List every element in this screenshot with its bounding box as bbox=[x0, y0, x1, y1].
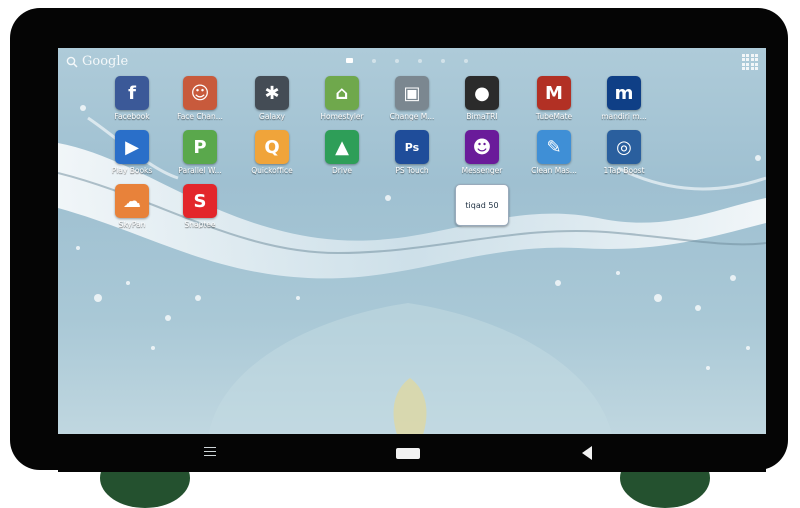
app-galaxy[interactable]: ✱ Galaxy bbox=[239, 76, 305, 121]
page-dot-2[interactable] bbox=[372, 58, 376, 63]
app-label: Facebook bbox=[114, 112, 150, 121]
home-icon[interactable] bbox=[396, 448, 420, 459]
snaptee-icon: S bbox=[183, 184, 217, 218]
back-icon[interactable] bbox=[582, 446, 592, 460]
app-drawer-icon[interactable] bbox=[742, 54, 758, 70]
app-label: TubeMate bbox=[535, 112, 573, 121]
app-homestyler[interactable]: ⌂ Homestyler bbox=[309, 76, 375, 121]
app-snaptee[interactable]: S Snaptee bbox=[167, 184, 233, 229]
app-ps-touch[interactable]: Ps PS Touch bbox=[379, 130, 445, 175]
tiqad-widget-icon: tiqad 50 bbox=[455, 184, 509, 226]
search-label: Google bbox=[82, 54, 129, 69]
mandiri-icon: m bbox=[607, 76, 641, 110]
app-label: Messenger bbox=[461, 166, 503, 175]
page-dot-5[interactable] bbox=[441, 58, 445, 63]
parallel-w-icon: P bbox=[183, 130, 217, 164]
app-skypan[interactable]: ☁ SkyPan bbox=[99, 184, 165, 229]
1tap-boost-icon: ◎ bbox=[607, 130, 641, 164]
play-books-icon: ▶ bbox=[115, 130, 149, 164]
app-1tap-boost[interactable]: ◎ 1Tap Boost bbox=[591, 130, 657, 175]
clean-master-icon: ✎ bbox=[537, 130, 571, 164]
app-label: Clean Mas... bbox=[531, 166, 577, 175]
skypan-icon: ☁ bbox=[115, 184, 149, 218]
app-change-m[interactable]: ▣ Change M... bbox=[379, 76, 445, 121]
app-label: SkyPan bbox=[118, 220, 146, 229]
face-changer-icon: ☺ bbox=[183, 76, 217, 110]
tiqad-widget-label: tiqad 50 bbox=[465, 200, 499, 210]
page-dot-6[interactable] bbox=[464, 58, 468, 63]
app-label: Parallel W... bbox=[178, 166, 222, 175]
galaxy-icon: ✱ bbox=[255, 76, 289, 110]
app-label: PS Touch bbox=[395, 166, 429, 175]
app-label: Change M... bbox=[389, 112, 435, 121]
app-tiqad-widget[interactable]: tiqad 50 bbox=[449, 184, 515, 226]
app-parallel-w[interactable]: P Parallel W... bbox=[167, 130, 233, 175]
app-facebook[interactable]: f Facebook bbox=[99, 76, 165, 121]
app-quickoffice[interactable]: Q Quickoffice bbox=[239, 130, 305, 175]
app-label: Snaptee bbox=[184, 220, 216, 229]
app-label: Drive bbox=[332, 166, 352, 175]
page-dot-3[interactable] bbox=[395, 58, 399, 63]
facebook-icon: f bbox=[115, 76, 149, 110]
app-label: Quickoffice bbox=[251, 166, 293, 175]
app-face-changer[interactable]: ☺ Face Chan... bbox=[167, 76, 233, 121]
bimatri-icon: ● bbox=[465, 76, 499, 110]
search-icon bbox=[66, 56, 78, 68]
menu-icon[interactable] bbox=[204, 447, 216, 459]
app-label: Play Books bbox=[111, 166, 153, 175]
app-bimatri[interactable]: ● BimaTRI bbox=[449, 76, 515, 121]
page-dot-1[interactable] bbox=[346, 58, 353, 63]
home-screen: Google f Facebook ☺ Face Chan... ✱ Galaxy ⌂ Hom… bbox=[58, 48, 766, 434]
google-search-bar[interactable]: Google bbox=[66, 54, 128, 69]
messenger-icon: ☻ bbox=[465, 130, 499, 164]
app-label: 1Tap Boost bbox=[603, 166, 645, 175]
ps-touch-icon: Ps bbox=[395, 130, 429, 164]
drive-icon: ▲ bbox=[325, 130, 359, 164]
quickoffice-icon: Q bbox=[255, 130, 289, 164]
app-label: BimaTRI bbox=[466, 112, 498, 121]
app-tubemate[interactable]: M TubeMate bbox=[521, 76, 587, 121]
page-indicator bbox=[346, 58, 468, 63]
app-mandiri[interactable]: m mandiri m... bbox=[591, 76, 657, 121]
app-messenger[interactable]: ☻ Messenger bbox=[449, 130, 515, 175]
app-label: mandiri m... bbox=[601, 112, 647, 121]
app-label: Galaxy bbox=[259, 112, 285, 121]
app-clean-master[interactable]: ✎ Clean Mas... bbox=[521, 130, 587, 175]
app-play-books[interactable]: ▶ Play Books bbox=[99, 130, 165, 175]
app-drive[interactable]: ▲ Drive bbox=[309, 130, 375, 175]
app-label: Homestyler bbox=[320, 112, 364, 121]
app-label: Face Chan... bbox=[177, 112, 223, 121]
page-dot-4[interactable] bbox=[418, 58, 422, 63]
navigation-bar bbox=[58, 434, 766, 472]
tubemate-icon: M bbox=[537, 76, 571, 110]
homestyler-icon: ⌂ bbox=[325, 76, 359, 110]
change-m-icon: ▣ bbox=[395, 76, 429, 110]
